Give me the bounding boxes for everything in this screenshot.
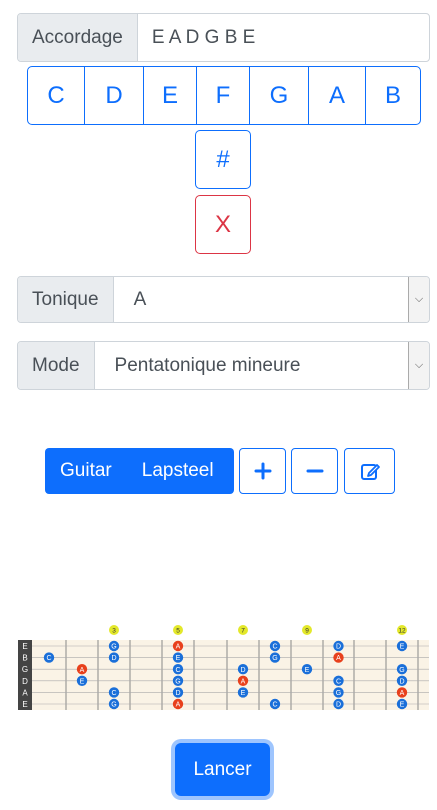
tonic-select-group: Tonique A ⌵	[17, 276, 430, 323]
note-label: E	[241, 690, 246, 697]
note-label: D	[175, 690, 180, 697]
mode-select-group: Mode Pentatonique mineure ⌵	[17, 341, 430, 390]
note-label: E	[176, 655, 181, 662]
note-label: A	[176, 702, 181, 709]
fret-number: 12	[398, 628, 406, 635]
note-button-b[interactable]: B	[365, 66, 421, 125]
note-button-f[interactable]: F	[196, 66, 250, 125]
note-label: A	[176, 644, 181, 651]
tonic-select[interactable]: A	[114, 277, 408, 322]
minus-icon	[306, 469, 323, 473]
plus-icon	[254, 462, 271, 480]
note-label: G	[111, 644, 116, 651]
fretboard: EBGDAE3 5 7 9 12G A C D EC D E G AA C D E GE G A C DC D E G AG A C…	[18, 625, 429, 710]
tuning-input[interactable]: E A D G B E	[138, 14, 429, 61]
tonic-label: Tonique	[18, 277, 114, 322]
edit-icon	[360, 464, 380, 480]
note-label: A	[241, 678, 246, 685]
note-button-c[interactable]: C	[27, 66, 85, 125]
note-label: G	[336, 690, 341, 697]
note-label: C	[46, 655, 51, 662]
string-label: E	[22, 700, 27, 709]
note-button-e[interactable]: E	[143, 66, 197, 125]
remove-button[interactable]	[291, 448, 338, 494]
string-label: G	[22, 665, 28, 674]
mode-select[interactable]: Pentatonique mineure	[95, 342, 408, 389]
fretboard-wood	[18, 640, 429, 710]
lapsteel-button[interactable]: Lapsteel	[127, 460, 229, 482]
note-label: A	[336, 655, 341, 662]
add-button[interactable]	[239, 448, 286, 494]
string-label: B	[22, 654, 27, 663]
note-label: D	[111, 655, 116, 662]
note-label: C	[272, 702, 277, 709]
note-label: G	[175, 678, 180, 685]
note-label: D	[336, 702, 341, 709]
note-button-d[interactable]: D	[84, 66, 144, 125]
note-label: G	[111, 702, 116, 709]
note-label: E	[400, 644, 405, 651]
launch-button[interactable]: Lancer	[175, 743, 270, 796]
note-label: E	[400, 702, 405, 709]
mode-label: Mode	[18, 342, 95, 389]
note-button-a[interactable]: A	[308, 66, 366, 125]
note-label: G	[399, 667, 404, 674]
fret-number: 7	[241, 628, 245, 635]
note-label: D	[399, 678, 404, 685]
instrument-toggle: Guitar Lapsteel	[45, 448, 234, 494]
note-button-g[interactable]: G	[249, 66, 309, 125]
chevron-down-icon[interactable]: ⌵	[408, 277, 429, 322]
sharp-button[interactable]: #	[195, 130, 251, 189]
guitar-button[interactable]: Guitar	[45, 460, 127, 482]
tuning-label: Accordage	[18, 14, 138, 61]
note-label: G	[272, 655, 277, 662]
clear-button[interactable]: X	[195, 195, 251, 254]
note-label: E	[80, 678, 85, 685]
string-label: A	[22, 688, 28, 697]
note-label: C	[336, 678, 341, 685]
note-label: D	[240, 667, 245, 674]
note-label: C	[175, 667, 180, 674]
fret-number: 5	[176, 628, 180, 635]
note-label: E	[305, 667, 310, 674]
note-label: A	[80, 667, 85, 674]
string-label: D	[22, 677, 28, 686]
edit-button[interactable]	[344, 448, 395, 494]
note-label: D	[336, 644, 341, 651]
note-label: C	[111, 690, 116, 697]
fret-number: 9	[305, 628, 309, 635]
note-button-group: C D E F G A B	[27, 66, 421, 125]
chevron-down-icon[interactable]: ⌵	[408, 342, 429, 389]
tuning-input-group: Accordage E A D G B E	[17, 13, 430, 62]
note-label: C	[272, 644, 277, 651]
fret-number: 3	[112, 628, 116, 635]
string-label: E	[22, 642, 27, 651]
note-label: A	[400, 690, 405, 697]
